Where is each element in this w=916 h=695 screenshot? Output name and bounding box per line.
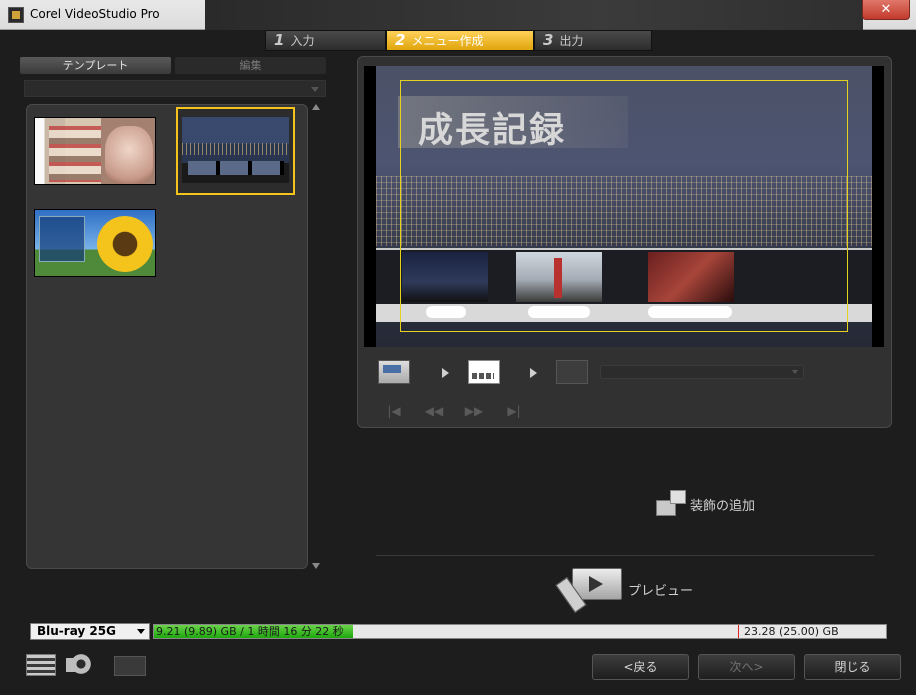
tab-edit[interactable]: 編集 xyxy=(175,57,326,74)
window-title: Corel VideoStudio Pro xyxy=(30,7,160,21)
main-menu-icon[interactable] xyxy=(378,360,410,384)
thumbnail-menu-panel xyxy=(39,216,85,262)
step-number: 1 xyxy=(274,31,285,49)
left-panel-tabs: テンプレート 編集 xyxy=(20,57,326,74)
step-label: 出力 xyxy=(559,34,584,48)
back-button[interactable]: <戻る xyxy=(592,654,689,680)
preview-button[interactable]: プレビュー xyxy=(555,566,694,613)
capacity-used-text: 9.21 (9.89) GB / 1 時間 16 分 22 秒 xyxy=(156,625,344,638)
window-close-button[interactable]: ✕ xyxy=(862,0,910,20)
chapter-list-icon[interactable] xyxy=(24,650,58,678)
capacity-limit-marker xyxy=(738,625,739,638)
settings-gear-icon[interactable] xyxy=(66,650,100,678)
menu-page-dropdown[interactable] xyxy=(600,365,804,379)
template-category-dropdown[interactable] xyxy=(24,80,326,97)
sub-menu-icon[interactable] xyxy=(468,360,500,384)
divider xyxy=(376,555,874,556)
app-logo-icon xyxy=(8,7,24,23)
thumbnail-city-lights xyxy=(182,143,289,155)
step-menu-create-tab[interactable]: 2 メニュー作成 xyxy=(386,30,534,51)
decoration-shape xyxy=(670,490,686,504)
disc-type-value: Blu-ray 25G xyxy=(37,624,116,638)
tv-remote-icon xyxy=(555,566,624,613)
preview-label: プレビュー xyxy=(628,583,694,599)
play-arrow-icon xyxy=(530,368,537,378)
disc-template-icon xyxy=(112,650,146,678)
step-number: 3 xyxy=(543,31,554,49)
capacity-total-text: 23.28 (25.00) GB xyxy=(744,625,839,638)
menu-preview-image: 成長記録 xyxy=(376,66,872,347)
menu-preview-screen[interactable]: 成長記録 xyxy=(364,66,884,347)
thumbnail-sunflower-image xyxy=(97,216,153,272)
title-bar: Corel VideoStudio Pro ✕ xyxy=(0,0,916,30)
close-button[interactable]: 閉じる xyxy=(804,654,901,680)
scroll-up-arrow-icon[interactable] xyxy=(312,104,320,110)
safe-area-frame xyxy=(400,80,848,332)
step-output-tab[interactable]: 3 出力 xyxy=(534,30,652,51)
scroll-down-arrow-icon[interactable] xyxy=(312,563,320,569)
template-scrollbar[interactable] xyxy=(311,104,321,569)
skip-to-start-icon[interactable]: |◀ xyxy=(384,402,404,420)
step-label: 入力 xyxy=(290,34,315,48)
bottom-toolbar xyxy=(22,650,152,680)
step-input-tab[interactable]: 1 入力 xyxy=(265,30,386,51)
disc-type-dropdown[interactable]: Blu-ray 25G xyxy=(30,623,150,640)
template-thumbnail-nightscape-selected[interactable] xyxy=(176,107,295,195)
thumbnail-menu-cells xyxy=(49,126,101,182)
disc-capacity-bar: 9.21 (9.89) GB / 1 時間 16 分 22 秒 23.28 (2… xyxy=(153,624,887,639)
skip-to-end-icon[interactable]: ▶| xyxy=(504,402,524,420)
next-button[interactable]: 次へ> xyxy=(698,654,795,680)
menu-navigation-row xyxy=(378,358,808,386)
add-decoration-button[interactable]: 装飾の追加 xyxy=(654,488,755,520)
next-icon[interactable]: ▶▶ xyxy=(464,402,484,420)
playback-controls: |◀ ◀◀ ▶▶ ▶| xyxy=(384,402,534,420)
play-arrow-icon xyxy=(442,368,449,378)
step-navigation: 1 入力 2 メニュー作成 3 出力 xyxy=(265,30,652,51)
chevron-down-icon xyxy=(311,87,319,92)
sub-menu-disabled-icon xyxy=(556,360,588,384)
step-label: メニュー作成 xyxy=(411,34,484,48)
template-thumbnail-baby[interactable] xyxy=(34,117,156,185)
template-thumbnail-sunflower[interactable] xyxy=(34,209,156,277)
previous-icon[interactable]: ◀◀ xyxy=(424,402,444,420)
add-decoration-label: 装飾の追加 xyxy=(690,498,756,514)
tab-template[interactable]: テンプレート xyxy=(20,57,171,74)
thumbnail-nightscape-image xyxy=(182,117,289,183)
decoration-icon xyxy=(654,488,688,520)
thumbnail-baby-image xyxy=(105,126,153,184)
thumbnail-clip-row xyxy=(188,161,284,175)
step-number: 2 xyxy=(395,31,406,49)
app-window: Corel VideoStudio Pro ✕ 1 入力 2 メニュー作成 3 出力 … xyxy=(0,0,916,695)
title-bar-background xyxy=(205,0,863,30)
chevron-down-icon xyxy=(137,629,145,634)
